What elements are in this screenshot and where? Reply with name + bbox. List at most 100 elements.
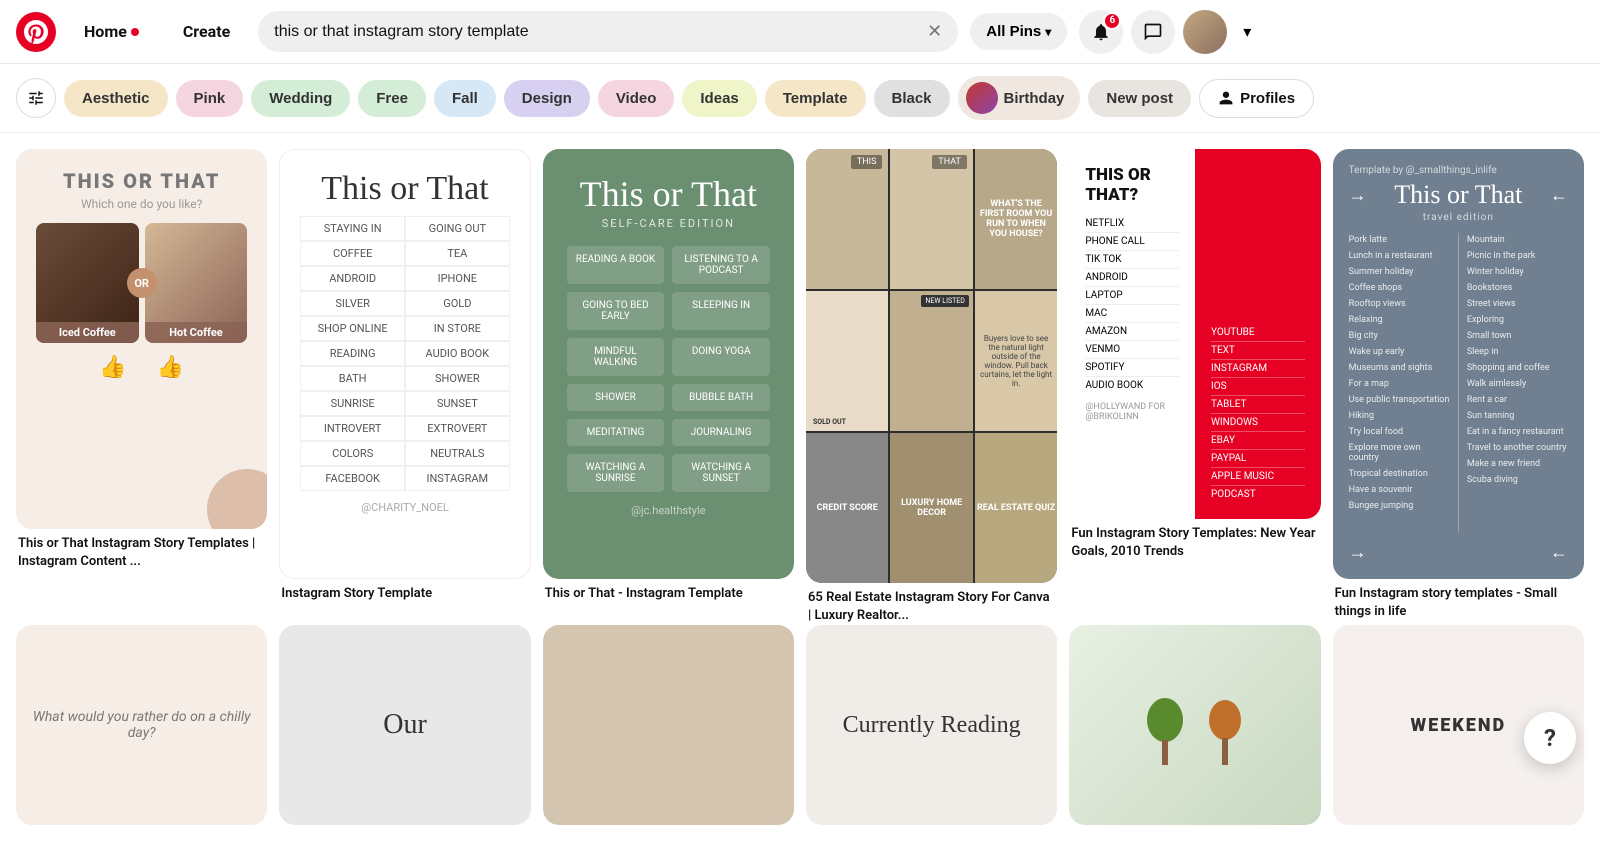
home-label: Home	[84, 22, 127, 41]
p5-row: MAC	[1085, 305, 1179, 323]
chip-ideas[interactable]: Ideas	[682, 80, 756, 117]
bottom-pin-1[interactable]: What would you rather do on a chilly day…	[16, 625, 267, 825]
p6-item: Wake up early	[1349, 345, 1450, 359]
p2-credit: @CHARITY_NOEL	[361, 501, 449, 514]
p6-item: Travel to another country	[1467, 441, 1568, 455]
p2-item: AUDIO BOOK	[405, 341, 510, 366]
pin-card-4[interactable]: THIS THAT WHAT'S THE FIRST ROOM YOU RUN …	[806, 149, 1057, 625]
all-pins-label: All Pins	[986, 23, 1041, 40]
chip-design[interactable]: Design	[504, 80, 590, 117]
p3-item: BUBBLE BATH	[672, 384, 770, 411]
p6-item: Winter holiday	[1467, 265, 1568, 279]
bottom-pin-2[interactable]: Our	[279, 625, 530, 825]
chip-pink[interactable]: Pink	[176, 80, 244, 117]
p6-item: Rent a car	[1467, 393, 1568, 407]
bottom-pin-3[interactable]	[543, 625, 794, 825]
chip-fall[interactable]: Fall	[434, 80, 496, 117]
arrow-left-icon: →	[1349, 185, 1367, 206]
pin-title-2: Instagram Story Template	[279, 585, 530, 603]
p6-item: Bookstores	[1467, 281, 1568, 295]
chip-profiles[interactable]: Profiles	[1199, 79, 1314, 118]
bottom-pin-4[interactable]: Currently Reading	[806, 625, 1057, 825]
p5-row: VENMO	[1085, 341, 1179, 359]
chip-wedding[interactable]: Wedding	[251, 80, 350, 117]
p5-row-r: WINDOWS	[1211, 414, 1305, 432]
p5-row: LAPTOP	[1085, 287, 1179, 305]
p4-cell: Buyers love to see the natural light out…	[975, 291, 1057, 431]
birthday-thumbnail	[966, 82, 998, 114]
p6-item: Street views	[1467, 297, 1568, 311]
help-label: ?	[1544, 724, 1556, 752]
p1-label-hot: Hot Coffee	[145, 322, 248, 343]
p2-item: SHOP ONLINE	[300, 316, 405, 341]
notifications-button[interactable]: 6	[1079, 10, 1123, 54]
p4-cell: NEW LISTED	[890, 291, 972, 431]
pin-card-5[interactable]: THIS OR THAT? NETFLIX PHONE CALL TIK TOK…	[1069, 149, 1320, 561]
search-bar: ✕	[258, 11, 958, 52]
p6-item: Try local food	[1349, 425, 1450, 439]
p6-item: Sun tanning	[1467, 409, 1568, 423]
pin-card-1[interactable]: THIS OR THAT Which one do you like? Iced…	[16, 149, 267, 571]
p3-item: MEDITATING	[567, 419, 665, 446]
chip-new-post[interactable]: New post	[1088, 80, 1191, 117]
pin-image-5: THIS OR THAT? NETFLIX PHONE CALL TIK TOK…	[1069, 149, 1320, 519]
pin-card-3[interactable]: This or That SELF-CARE EDITION READING A…	[543, 149, 794, 603]
nav-home[interactable]: Home	[68, 14, 155, 49]
chip-video[interactable]: Video	[598, 80, 675, 117]
bottom-pin-text-1: What would you rather do on a chilly day…	[32, 709, 251, 741]
p5-row-r: INSTAGRAM	[1211, 360, 1305, 378]
p6-item: Pork latte	[1349, 233, 1450, 247]
chip-black[interactable]: Black	[874, 80, 950, 117]
p4-new-tag: NEW LISTED	[921, 295, 969, 307]
p6-header: Template by @_smallthings_inlife	[1349, 165, 1568, 176]
pin-card-2[interactable]: This or That STAYING IN GOING OUT COFFEE…	[279, 149, 530, 603]
p5-row: AMAZON	[1085, 323, 1179, 341]
create-label: Create	[183, 22, 230, 41]
chip-free[interactable]: Free	[358, 80, 426, 117]
chevron-down-icon: ▾	[1045, 25, 1051, 39]
account-chevron[interactable]: ▾	[1235, 10, 1259, 54]
pin-image-6: Template by @_smallthings_inlife → This …	[1333, 149, 1584, 579]
p3-item: MINDFUL WALKING	[567, 338, 665, 376]
p5-row-r: YOUTUBE	[1211, 324, 1305, 342]
p6-item: Have a souvenir	[1349, 483, 1450, 497]
search-input[interactable]	[274, 23, 919, 41]
help-button[interactable]: ?	[1524, 712, 1576, 764]
pin-image-4: THIS THAT WHAT'S THE FIRST ROOM YOU RUN …	[806, 149, 1057, 583]
avatar[interactable]	[1183, 10, 1227, 54]
bottom-pin-text-6: WEEKEND	[1410, 715, 1506, 736]
filter-icon-button[interactable]	[16, 78, 56, 118]
chevron-down-icon: ▾	[1243, 22, 1251, 41]
p6-item: Walk aimlessly	[1467, 377, 1568, 391]
nav-create[interactable]: Create	[167, 14, 246, 49]
pin-title-5: Fun Instagram Story Templates: New Year …	[1069, 525, 1320, 561]
chip-birthday[interactable]: Birthday	[958, 76, 1081, 120]
pinterest-logo[interactable]	[16, 12, 56, 52]
p6-item: Small town	[1467, 329, 1568, 343]
search-clear-icon[interactable]: ✕	[927, 21, 942, 42]
p4-luxury: LUXURY HOME DECOR	[890, 498, 972, 518]
bottom-pin-5[interactable]	[1069, 625, 1320, 825]
p2-item: GOLD	[405, 291, 510, 316]
all-pins-button[interactable]: All Pins ▾	[970, 13, 1067, 50]
p3-item: DOING YOGA	[672, 338, 770, 376]
chip-template[interactable]: Template	[765, 80, 866, 117]
p6-item: Coffee shops	[1349, 281, 1450, 295]
p4-text: WHAT'S THE FIRST ROOM YOU RUN TO WHEN YO…	[975, 195, 1057, 243]
p6-right-col: Mountain Picnic in the park Winter holid…	[1467, 233, 1568, 532]
notification-badge: 6	[1103, 12, 1121, 30]
pin-card-6[interactable]: Template by @_smallthings_inlife → This …	[1333, 149, 1584, 621]
chip-aesthetic[interactable]: Aesthetic	[64, 80, 168, 117]
p5-row: PHONE CALL	[1085, 233, 1179, 251]
p2-item: SUNRISE	[300, 391, 405, 416]
p5-right: YOUTUBE TEXT INSTAGRAM IOS TABLET WINDOW…	[1195, 149, 1321, 519]
p2-item: TEA	[405, 241, 510, 266]
person-icon	[1218, 90, 1234, 106]
p4-tag: THIS	[851, 155, 883, 169]
p6-item: Picnic in the park	[1467, 249, 1568, 263]
p4-grid: THIS THAT WHAT'S THE FIRST ROOM YOU RUN …	[806, 149, 1057, 583]
p6-item: Use public transportation	[1349, 393, 1450, 407]
p5-row-r: TEXT	[1211, 342, 1305, 360]
p5-title: THIS OR THAT?	[1085, 165, 1179, 205]
messages-button[interactable]	[1131, 10, 1175, 54]
